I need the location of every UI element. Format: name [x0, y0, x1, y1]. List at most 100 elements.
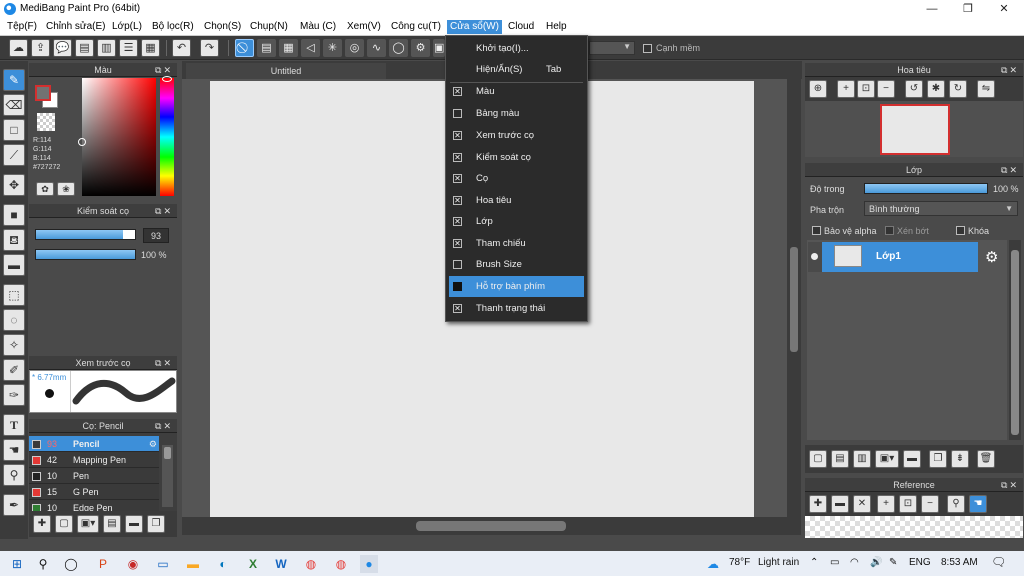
zoom-out-icon[interactable]: − — [877, 80, 895, 98]
rotate-right-icon[interactable]: ↻ — [949, 80, 967, 98]
reset-view-icon[interactable]: ✱ — [927, 80, 945, 98]
line-tool-icon[interactable]: ⟋ — [3, 144, 25, 166]
task-view-icon[interactable]: ◯ — [62, 555, 80, 573]
windows-start-icon[interactable]: ⊞ — [8, 555, 26, 573]
canvas-horizontal-scrollbar[interactable] — [182, 517, 801, 535]
tab-untitled[interactable]: Untitled — [186, 63, 386, 79]
move-tool-icon[interactable]: ✥ — [3, 174, 25, 196]
duplicate-layer-icon[interactable]: ❐ — [929, 450, 947, 468]
add-reference-icon[interactable]: ✚ — [809, 495, 827, 513]
text-tool-icon[interactable]: T — [3, 414, 25, 436]
brush-item[interactable]: 15 G Pen — [29, 484, 159, 500]
menu-edit[interactable]: Chỉnh sửa(E) — [43, 20, 109, 34]
menu-snap[interactable]: Chụp(N) — [247, 20, 291, 34]
menu-help[interactable]: Help — [543, 20, 570, 34]
select-rect-tool-icon[interactable]: ⬚ — [3, 284, 25, 306]
grid-icon[interactable]: ▦ — [141, 39, 160, 57]
ref-fit-icon[interactable]: ⊡ — [899, 495, 917, 513]
edge-icon[interactable]: ◐ — [214, 555, 232, 573]
menu-select[interactable]: Chọn(S) — [201, 20, 244, 34]
antialias-toggle-icon[interactable]: ▣ — [433, 39, 445, 57]
panel-float-close-icon[interactable]: ⧉✕ — [1001, 63, 1019, 77]
circle-snap-icon[interactable]: ◎ — [345, 39, 364, 57]
layer-opacity-slider[interactable] — [864, 183, 988, 194]
menu-item-keyboard-support[interactable]: Hỗ trợ bàn phím — [449, 276, 584, 297]
menu-item-palette[interactable]: Bảng màu — [446, 103, 587, 124]
new-brush-icon[interactable]: ▢ — [55, 515, 73, 533]
panel-float-close-icon[interactable]: ⧉✕ — [155, 63, 173, 77]
foreground-color-swatch[interactable] — [35, 85, 51, 101]
brush-item[interactable]: 10 Edge Pen — [29, 500, 159, 511]
fit-icon[interactable]: ⊡ — [857, 80, 875, 98]
menu-item-layer[interactable]: ✕ Lớp — [446, 211, 587, 232]
brush-shape-dropdown[interactable]: ▼ — [589, 41, 635, 55]
menu-item-navigator[interactable]: ✕ Hoa tiêu — [446, 190, 587, 211]
ref-hand-icon[interactable]: ☚ — [969, 495, 987, 513]
radial-snap-icon[interactable]: ✳ — [323, 39, 342, 57]
brush-settings-icon[interactable]: ▤ — [103, 515, 121, 533]
menu-item-brush-control[interactable]: ✕ Kiểm soát cọ — [446, 147, 587, 168]
chrome-icon-2[interactable]: ◍ — [332, 555, 350, 573]
curve-snap-icon[interactable]: ∿ — [367, 39, 386, 57]
new-halftone-layer-icon[interactable]: ▤ — [831, 450, 849, 468]
volume-icon[interactable]: 🔊 — [870, 557, 882, 568]
document-icon[interactable]: ▥ — [97, 39, 116, 57]
menu-file[interactable]: Tệp(F) — [4, 20, 40, 34]
monitor-icon[interactable]: ▭ — [154, 555, 172, 573]
word-icon[interactable]: W — [272, 555, 290, 573]
eraser-tool-icon[interactable]: ⌫ — [3, 94, 25, 116]
hue-slider[interactable] — [160, 76, 174, 196]
upload-icon[interactable]: ⇪ — [31, 39, 50, 57]
undo-icon[interactable]: ↶ — [172, 39, 191, 57]
search-icon[interactable]: ⚲ — [34, 555, 52, 573]
menu-color[interactable]: Màu (C) — [297, 20, 339, 34]
gear-icon[interactable]: ⚙ — [149, 436, 157, 452]
protect-alpha-checkbox[interactable] — [812, 226, 821, 235]
folder-icon[interactable]: ▬ — [125, 515, 143, 533]
menu-view[interactable]: Xem(V) — [344, 20, 384, 34]
new-folder-icon[interactable]: ▬ — [903, 450, 921, 468]
ref-zoom-in-icon[interactable]: + — [877, 495, 895, 513]
brush-menu-icon[interactable]: ▣▾ — [77, 515, 99, 533]
navigator-thumbnail[interactable] — [880, 104, 950, 155]
layer-list-scrollbar[interactable] — [1009, 240, 1021, 440]
palette-icon[interactable]: ✿ — [36, 182, 54, 196]
menu-window[interactable]: Cửa sổ(W) — [447, 20, 502, 34]
brush-size-slider[interactable] — [35, 229, 136, 240]
menu-cloud[interactable]: Cloud — [505, 20, 537, 34]
parallel-snap-icon[interactable]: ▤ — [257, 39, 276, 57]
no-snap-icon[interactable]: ⃠ — [235, 39, 254, 57]
close-reference-icon[interactable]: ✕ — [853, 495, 871, 513]
menu-item-color[interactable]: ✕ Màu — [446, 81, 587, 102]
panel-float-close-icon[interactable]: ⧉✕ — [1001, 163, 1019, 177]
gear-icon[interactable]: ⚙ — [985, 248, 998, 266]
brush-size-value[interactable]: 93 — [143, 228, 169, 243]
cloud-icon[interactable]: ☁ — [9, 39, 28, 57]
antialias-checkbox[interactable] — [643, 44, 652, 53]
merge-down-icon[interactable]: ⇟ — [951, 450, 969, 468]
clock[interactable]: 8:53 AM — [941, 557, 978, 568]
menu-item-reference[interactable]: ✕ Tham chiếu — [446, 233, 587, 254]
layer-row[interactable]: Lớp1 — [822, 242, 978, 272]
select-eraser-tool-icon[interactable]: ✑ — [3, 384, 25, 406]
brush-size-handle[interactable] — [123, 230, 135, 239]
add-layer-menu-icon[interactable]: ▣▾ — [875, 450, 899, 468]
delete-layer-icon[interactable]: 🗑 — [977, 450, 995, 468]
blend-mode-select[interactable]: Bình thường ▼ — [864, 201, 1018, 216]
brush-list-scrollbar[interactable] — [162, 445, 173, 507]
menu-item-brush-preview[interactable]: ✕ Xem trước cọ — [446, 125, 587, 146]
brush-item[interactable]: 42 Mapping Pen — [29, 452, 159, 468]
panel-float-close-icon[interactable]: ⧉✕ — [155, 356, 173, 370]
menu-layer[interactable]: Lớp(L) — [109, 20, 145, 34]
new-8bit-layer-icon[interactable]: ▥ — [853, 450, 871, 468]
select-pen-tool-icon[interactable]: ✐ — [3, 359, 25, 381]
excel-icon[interactable]: X — [244, 555, 262, 573]
grid-snap-icon[interactable]: ▦ — [279, 39, 298, 57]
close-button[interactable]: ✕ — [986, 0, 1022, 18]
new-layer-icon[interactable]: ▢ — [809, 450, 827, 468]
perspective-snap-icon[interactable]: ◁ — [301, 39, 320, 57]
lasso-tool-icon[interactable]: ◌ — [3, 309, 25, 331]
language-indicator[interactable]: ENG — [909, 557, 931, 568]
open-reference-icon[interactable]: ▬ — [831, 495, 849, 513]
eyedropper-tool-icon[interactable]: ⚲ — [3, 464, 25, 486]
